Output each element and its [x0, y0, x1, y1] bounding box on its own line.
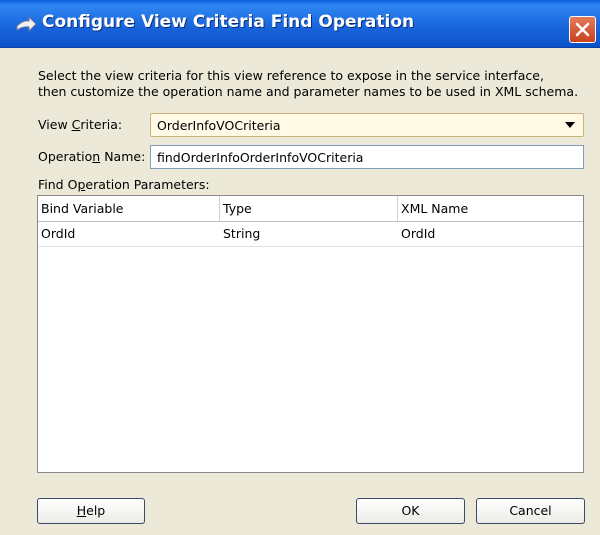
instructions-line-2: then customize the operation name and pa…	[38, 84, 579, 99]
help-button[interactable]: Help	[37, 498, 145, 524]
operation-name-field[interactable]	[150, 145, 584, 169]
find-operation-parameters-label: Find Operation Parameters:	[38, 177, 210, 192]
cell-type[interactable]: String	[220, 221, 398, 246]
table-row[interactable]: OrdId String OrdId	[38, 221, 583, 247]
ok-button[interactable]: OK	[356, 498, 465, 524]
table-header: Bind Variable Type XML Name	[38, 196, 583, 222]
parameters-table[interactable]: Bind Variable Type XML Name OrdId String…	[37, 195, 584, 473]
instructions-text: Select the view criteria for this view r…	[38, 68, 588, 100]
column-header-type[interactable]: Type	[220, 196, 398, 221]
close-button[interactable]	[569, 16, 596, 43]
operation-name-input[interactable]	[151, 146, 583, 168]
view-criteria-selected: OrderInfoVOCriteria	[157, 118, 281, 133]
cell-xml-name[interactable]: OrdId	[398, 221, 583, 246]
cancel-button[interactable]: Cancel	[476, 498, 585, 524]
column-header-bind-variable[interactable]: Bind Variable	[38, 196, 220, 221]
view-criteria-dropdown[interactable]: OrderInfoVOCriteria	[150, 113, 584, 137]
close-icon	[575, 22, 590, 37]
cell-bind-variable[interactable]: OrdId	[38, 221, 220, 246]
jdeveloper-arrow-icon	[15, 14, 37, 34]
column-header-xml-name[interactable]: XML Name	[398, 196, 583, 221]
dialog-window: Configure View Criteria Find Operation S…	[0, 0, 600, 535]
window-title: Configure View Criteria Find Operation	[42, 12, 415, 32]
operation-name-label: Operation Name:	[38, 149, 146, 164]
instructions-line-1: Select the view criteria for this view r…	[38, 68, 544, 83]
title-bar[interactable]: Configure View Criteria Find Operation	[0, 0, 600, 48]
dropdown-arrow-icon[interactable]	[565, 122, 575, 128]
view-criteria-label: View Criteria:	[38, 117, 123, 132]
